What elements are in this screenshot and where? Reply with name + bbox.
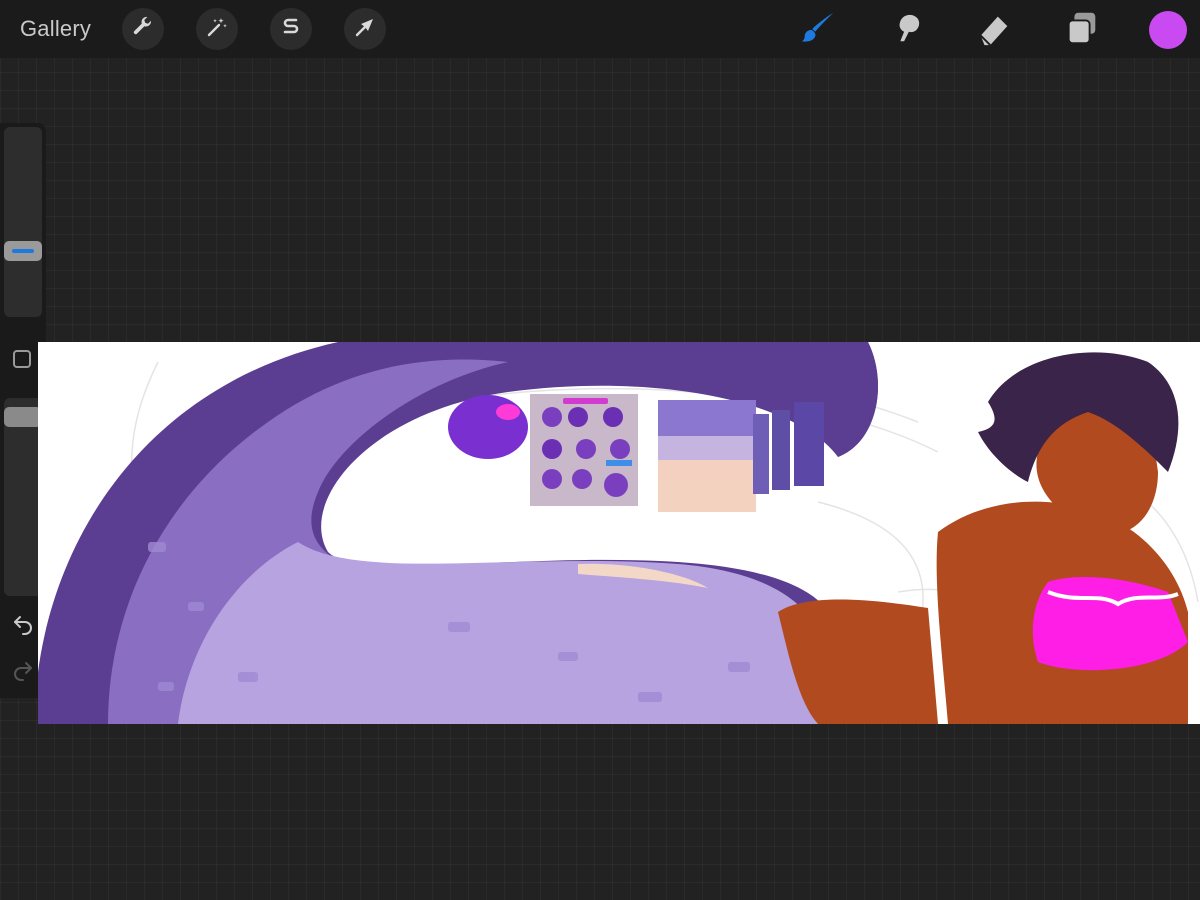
- eraser-icon: [975, 9, 1013, 52]
- modify-button[interactable]: [13, 350, 31, 368]
- brush-icon: [799, 9, 837, 52]
- selection-icon: [279, 15, 303, 44]
- wrench-icon: [131, 15, 155, 44]
- layers-button[interactable]: [1060, 8, 1104, 52]
- undo-button[interactable]: [11, 611, 35, 635]
- artwork: [38, 342, 1199, 724]
- smudge-button[interactable]: [884, 8, 928, 52]
- color-picker-button[interactable]: [1149, 11, 1187, 49]
- redo-button[interactable]: [11, 657, 35, 681]
- brush-size-slider[interactable]: [4, 127, 42, 317]
- drawing-canvas[interactable]: [38, 342, 1200, 724]
- layers-icon: [1063, 9, 1101, 52]
- smudge-icon: [887, 9, 925, 52]
- gallery-button[interactable]: Gallery: [20, 16, 91, 42]
- opacity-thumb[interactable]: [4, 406, 42, 427]
- eraser-button[interactable]: [972, 8, 1016, 52]
- adjustments-button[interactable]: [196, 8, 238, 50]
- actions-button[interactable]: [122, 8, 164, 50]
- blob-highlight: [496, 404, 520, 420]
- brush-button[interactable]: [796, 8, 840, 52]
- magic-wand-icon: [205, 15, 229, 44]
- character-top: [1032, 577, 1188, 671]
- reference-sheet: [530, 394, 638, 506]
- purple-blob: [448, 395, 528, 459]
- palette-card: [658, 400, 824, 512]
- top-toolbar: Gallery: [0, 0, 1200, 58]
- size-thumb-indicator: [12, 248, 34, 253]
- brush-size-thumb[interactable]: [4, 240, 42, 261]
- opacity-slider[interactable]: [4, 398, 42, 596]
- transform-button[interactable]: [344, 8, 386, 50]
- redo-icon: [11, 662, 35, 685]
- undo-icon: [11, 616, 35, 639]
- selection-button[interactable]: [270, 8, 312, 50]
- transform-arrow-icon: [353, 15, 377, 44]
